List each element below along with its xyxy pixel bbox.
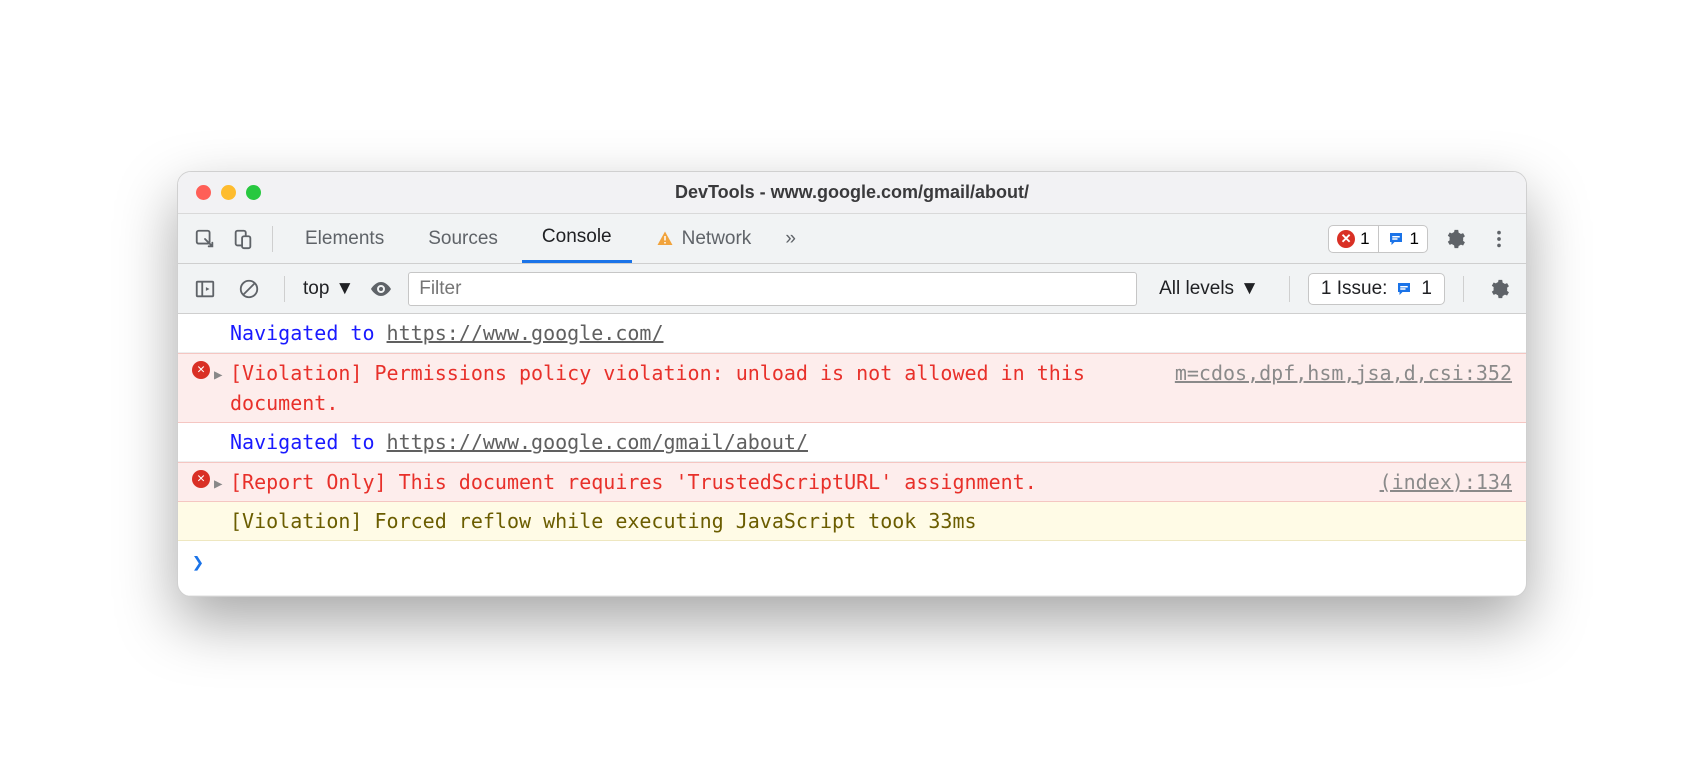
close-icon[interactable]	[196, 185, 211, 200]
error-icon: ✕	[192, 361, 210, 379]
log-row-nav: Navigated to https://www.google.com/gmai…	[178, 423, 1526, 462]
divider	[272, 226, 273, 252]
log-message: [Violation] Permissions policy violation…	[230, 358, 1155, 418]
minimize-icon[interactable]	[221, 185, 236, 200]
filter-input[interactable]	[408, 272, 1137, 306]
kebab-menu-icon[interactable]	[1482, 222, 1516, 256]
chevron-down-icon: ▼	[335, 278, 354, 300]
log-message: [Violation] Forced reflow while executin…	[230, 506, 1512, 536]
live-expression-icon[interactable]	[364, 272, 398, 306]
tab-sources[interactable]: Sources	[408, 214, 518, 263]
warning-icon	[656, 230, 674, 248]
console-prompt[interactable]: ❯	[178, 541, 1526, 596]
titlebar: DevTools - www.google.com/gmail/about/	[178, 172, 1526, 214]
nav-prefix: Navigated to	[230, 321, 387, 345]
settings-icon[interactable]	[1438, 222, 1472, 256]
tab-console[interactable]: Console	[522, 214, 632, 263]
tab-network-label: Network	[682, 228, 752, 250]
message-icon	[1387, 230, 1405, 248]
log-level-selector[interactable]: All levels ▼	[1147, 278, 1271, 300]
prompt-icon: ❯	[192, 547, 204, 577]
expand-icon[interactable]: ▶	[214, 361, 222, 386]
context-label: top	[303, 278, 329, 300]
nav-link[interactable]: https://www.google.com/	[387, 321, 664, 345]
devtools-window: DevTools - www.google.com/gmail/about/ E…	[177, 171, 1527, 597]
message-count: 1	[1410, 229, 1419, 249]
divider	[1463, 276, 1464, 302]
clear-console-icon[interactable]	[232, 272, 266, 306]
context-selector[interactable]: top ▼	[303, 278, 354, 300]
expand-icon[interactable]: ▶	[214, 470, 222, 495]
nav-prefix: Navigated to	[230, 430, 387, 454]
issues-label: 1 Issue:	[1321, 278, 1388, 300]
tab-network[interactable]: Network	[636, 214, 772, 263]
tab-more[interactable]: »	[775, 214, 806, 263]
log-row-nav: Navigated to https://www.google.com/	[178, 314, 1526, 353]
levels-label: All levels	[1159, 278, 1234, 300]
window-controls	[178, 185, 261, 200]
console-settings-icon[interactable]	[1482, 272, 1516, 306]
log-message: [Report Only] This document requires 'Tr…	[230, 467, 1360, 497]
zoom-icon[interactable]	[246, 185, 261, 200]
source-link[interactable]: (index):134	[1360, 467, 1512, 497]
tab-elements[interactable]: Elements	[285, 214, 404, 263]
error-count: 1	[1360, 229, 1369, 249]
error-icon: ✕	[1337, 230, 1355, 248]
sidebar-toggle-icon[interactable]	[188, 272, 222, 306]
issues-count: 1	[1421, 278, 1432, 300]
inspect-icon[interactable]	[188, 222, 222, 256]
status-badge[interactable]: ✕ 1 1	[1328, 225, 1428, 253]
nav-link[interactable]: https://www.google.com/gmail/about/	[387, 430, 808, 454]
log-row-error[interactable]: ✕ ▶ [Violation] Permissions policy viola…	[178, 353, 1526, 423]
main-tabbar: Elements Sources Console Network » ✕ 1 1	[178, 214, 1526, 264]
issues-button[interactable]: 1 Issue: 1	[1308, 273, 1445, 305]
console-toolbar: top ▼ All levels ▼ 1 Issue: 1	[178, 264, 1526, 314]
console-output: Navigated to https://www.google.com/ ✕ ▶…	[178, 314, 1526, 596]
message-icon	[1395, 280, 1413, 298]
device-toggle-icon[interactable]	[226, 222, 260, 256]
log-row-error[interactable]: ✕ ▶ [Report Only] This document requires…	[178, 462, 1526, 502]
chevron-down-icon: ▼	[1240, 278, 1259, 300]
divider	[1289, 276, 1290, 302]
divider	[284, 276, 285, 302]
window-title: DevTools - www.google.com/gmail/about/	[178, 182, 1526, 203]
error-icon: ✕	[192, 470, 210, 488]
log-row-violation: [Violation] Forced reflow while executin…	[178, 502, 1526, 541]
source-link[interactable]: m=cdos,dpf,hsm,jsa,d,csi:352	[1155, 358, 1512, 418]
